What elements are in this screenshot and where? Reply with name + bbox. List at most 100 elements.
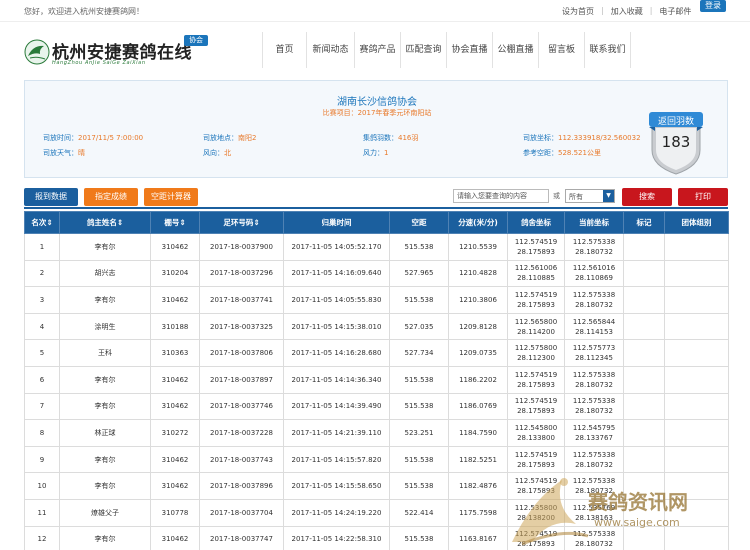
sort-owner-header[interactable]: 鸽主姓名⇕ bbox=[59, 211, 151, 234]
nav-match-query[interactable]: 匹配查询 bbox=[401, 32, 447, 68]
distance-cell: 515.538 bbox=[389, 233, 449, 261]
loft-cell: 310204 bbox=[150, 259, 200, 288]
current-coords-cell: 112.561016 28.110869 bbox=[564, 259, 624, 288]
loft-cell: 310363 bbox=[150, 339, 200, 367]
sort-speed-header[interactable]: 分速(米/分) bbox=[448, 211, 508, 234]
rank-cell: 3 bbox=[24, 286, 60, 314]
nav-products[interactable]: 赛鸽产品 bbox=[355, 32, 401, 68]
current-coords-cell: 112.575773 28.112345 bbox=[564, 339, 624, 367]
mark-cell bbox=[623, 259, 665, 288]
print-button[interactable]: 打印 bbox=[678, 188, 728, 206]
distance-cell: 523.251 bbox=[389, 419, 449, 447]
email-link[interactable]: 电子邮件 bbox=[659, 6, 691, 17]
chevron-down-icon[interactable]: ▼ bbox=[603, 190, 614, 202]
release-time-value: 2017/11/5 7:00:00 bbox=[78, 134, 144, 142]
return-time-cell: 2017-11-05 14:15:38.010 bbox=[283, 312, 390, 341]
owner-cell: 李有尔 bbox=[59, 445, 151, 474]
designated-results-button[interactable]: 指定成绩 bbox=[84, 188, 138, 206]
sort-loft-header[interactable]: 棚号⇕ bbox=[150, 211, 200, 234]
owner-cell: 李有尔 bbox=[59, 365, 151, 394]
distance-cell: 515.538 bbox=[389, 286, 449, 314]
ring-cell: 2017-18-0037746 bbox=[199, 392, 284, 421]
distance-calculator-button[interactable]: 空距计算器 bbox=[144, 188, 198, 206]
filter-select-value: 所有 bbox=[569, 193, 583, 201]
nav-news[interactable]: 新闻动态 bbox=[307, 32, 355, 68]
nav-contact[interactable]: 联系我们 bbox=[585, 32, 631, 68]
speed-cell: 1209.0735 bbox=[448, 339, 508, 367]
add-favorite-link[interactable]: 加入收藏 bbox=[611, 6, 643, 17]
team-group-cell bbox=[664, 339, 729, 367]
mark-header: 标记 bbox=[623, 211, 665, 234]
table-row: 6 李有尔 310462 2017-18-0037897 2017-11-05 14:1… bbox=[24, 365, 729, 394]
pigeon-count-value: 416羽 bbox=[398, 134, 419, 142]
rank-cell: 10 bbox=[24, 472, 60, 500]
owner-cell: 李有尔 bbox=[59, 392, 151, 421]
ring-cell: 2017-18-0037704 bbox=[199, 498, 284, 527]
nav-loft-live[interactable]: 公棚直播 bbox=[493, 32, 539, 68]
nav-home[interactable]: 首页 bbox=[263, 32, 307, 68]
mark-cell bbox=[623, 286, 665, 314]
search-input[interactable] bbox=[453, 189, 549, 203]
wind-force-value: 1 bbox=[384, 149, 389, 157]
speed-cell: 1184.7590 bbox=[448, 419, 508, 447]
weather-label: 司放天气： bbox=[43, 149, 78, 157]
nav-association-live[interactable]: 协会直播 bbox=[447, 32, 493, 68]
ring-cell: 2017-18-0037325 bbox=[199, 312, 284, 341]
speed-cell: 1209.8128 bbox=[448, 312, 508, 341]
release-place: 司放地点：南阳2 bbox=[203, 133, 256, 143]
team-group-cell bbox=[664, 312, 729, 341]
loft-coords-cell: 112.574519 28.175893 bbox=[507, 525, 565, 550]
site-header: 杭州安捷赛鸽在线 HangZhou AnJie SaiGe ZaiXian 协会… bbox=[0, 22, 750, 78]
sort-distance-header[interactable]: 空距 bbox=[389, 211, 449, 234]
sort-time-header[interactable]: 归巢时间 bbox=[283, 211, 390, 234]
pigeon-count-label: 集鸽羽数： bbox=[363, 134, 398, 142]
rank-cell: 8 bbox=[24, 419, 60, 447]
top-links: 设为首页 | 加入收藏 | 电子邮件 bbox=[562, 6, 691, 17]
filter-select[interactable]: 所有 ▼ bbox=[565, 189, 615, 203]
rank-cell: 2 bbox=[24, 259, 60, 288]
owner-cell: 胡兴志 bbox=[59, 259, 151, 288]
mark-cell bbox=[623, 312, 665, 341]
nav-guestbook[interactable]: 留言板 bbox=[539, 32, 585, 68]
team-group-cell bbox=[664, 419, 729, 447]
pigeon-count: 集鸽羽数：416羽 bbox=[363, 133, 418, 143]
rank-cell: 12 bbox=[24, 525, 60, 550]
weather: 司放天气：晴 bbox=[43, 148, 85, 158]
distance-cell: 527.965 bbox=[389, 259, 449, 288]
current-coords-cell: 112.575338 28.180732 bbox=[564, 233, 624, 261]
team-group-cell bbox=[664, 233, 729, 261]
return-time-cell: 2017-11-05 14:16:09.640 bbox=[283, 259, 390, 288]
sort-rank-header[interactable]: 名次⇕ bbox=[24, 211, 60, 234]
current-coords-header: 当前坐标 bbox=[564, 211, 624, 234]
mark-cell bbox=[623, 445, 665, 474]
owner-cell: 李有尔 bbox=[59, 233, 151, 261]
return-time-cell: 2017-11-05 14:24:19.220 bbox=[283, 498, 390, 527]
ring-cell: 2017-18-0037741 bbox=[199, 286, 284, 314]
loft-coords-cell: 112.574519 28.175893 bbox=[507, 392, 565, 421]
separator: | bbox=[601, 6, 604, 15]
return-time-cell: 2017-11-05 14:21:39.110 bbox=[283, 419, 390, 447]
release-place-label: 司放地点： bbox=[203, 134, 238, 142]
loft-cell: 310462 bbox=[150, 472, 200, 500]
set-homepage-link[interactable]: 设为首页 bbox=[562, 6, 594, 17]
release-time-label: 司放时间： bbox=[43, 134, 78, 142]
login-button[interactable]: 登录 bbox=[700, 0, 726, 12]
loft-cell: 310462 bbox=[150, 365, 200, 394]
speed-cell: 1182.5251 bbox=[448, 445, 508, 474]
mark-cell bbox=[623, 365, 665, 394]
speed-cell: 1182.4876 bbox=[448, 472, 508, 500]
distance-cell: 515.538 bbox=[389, 525, 449, 550]
report-data-button[interactable]: 报到数据 bbox=[24, 188, 78, 206]
return-time-cell: 2017-11-05 14:05:52.170 bbox=[283, 233, 390, 261]
owner-cell: 李有尔 bbox=[59, 286, 151, 314]
table-row: 12 李有尔 310462 2017-18-0037747 2017-11-05 14:… bbox=[24, 525, 729, 550]
search-button[interactable]: 搜索 bbox=[622, 188, 672, 206]
loft-coords-header: 鸽舍坐标 bbox=[507, 211, 565, 234]
ring-cell: 2017-18-0037806 bbox=[199, 339, 284, 367]
sort-ring-header[interactable]: 足环号码⇕ bbox=[199, 211, 284, 234]
table-header-row: 名次⇕ 鸽主姓名⇕ 棚号⇕ 足环号码⇕ 归巢时间 空距 分速(米/分) 鸽舍坐标… bbox=[24, 211, 729, 234]
pigeon-logo-icon bbox=[24, 39, 50, 65]
welcome-text: 您好，欢迎进入杭州安捷赛鸽网！ bbox=[24, 7, 144, 16]
owner-cell: 林正球 bbox=[59, 419, 151, 447]
separator: | bbox=[649, 6, 653, 15]
